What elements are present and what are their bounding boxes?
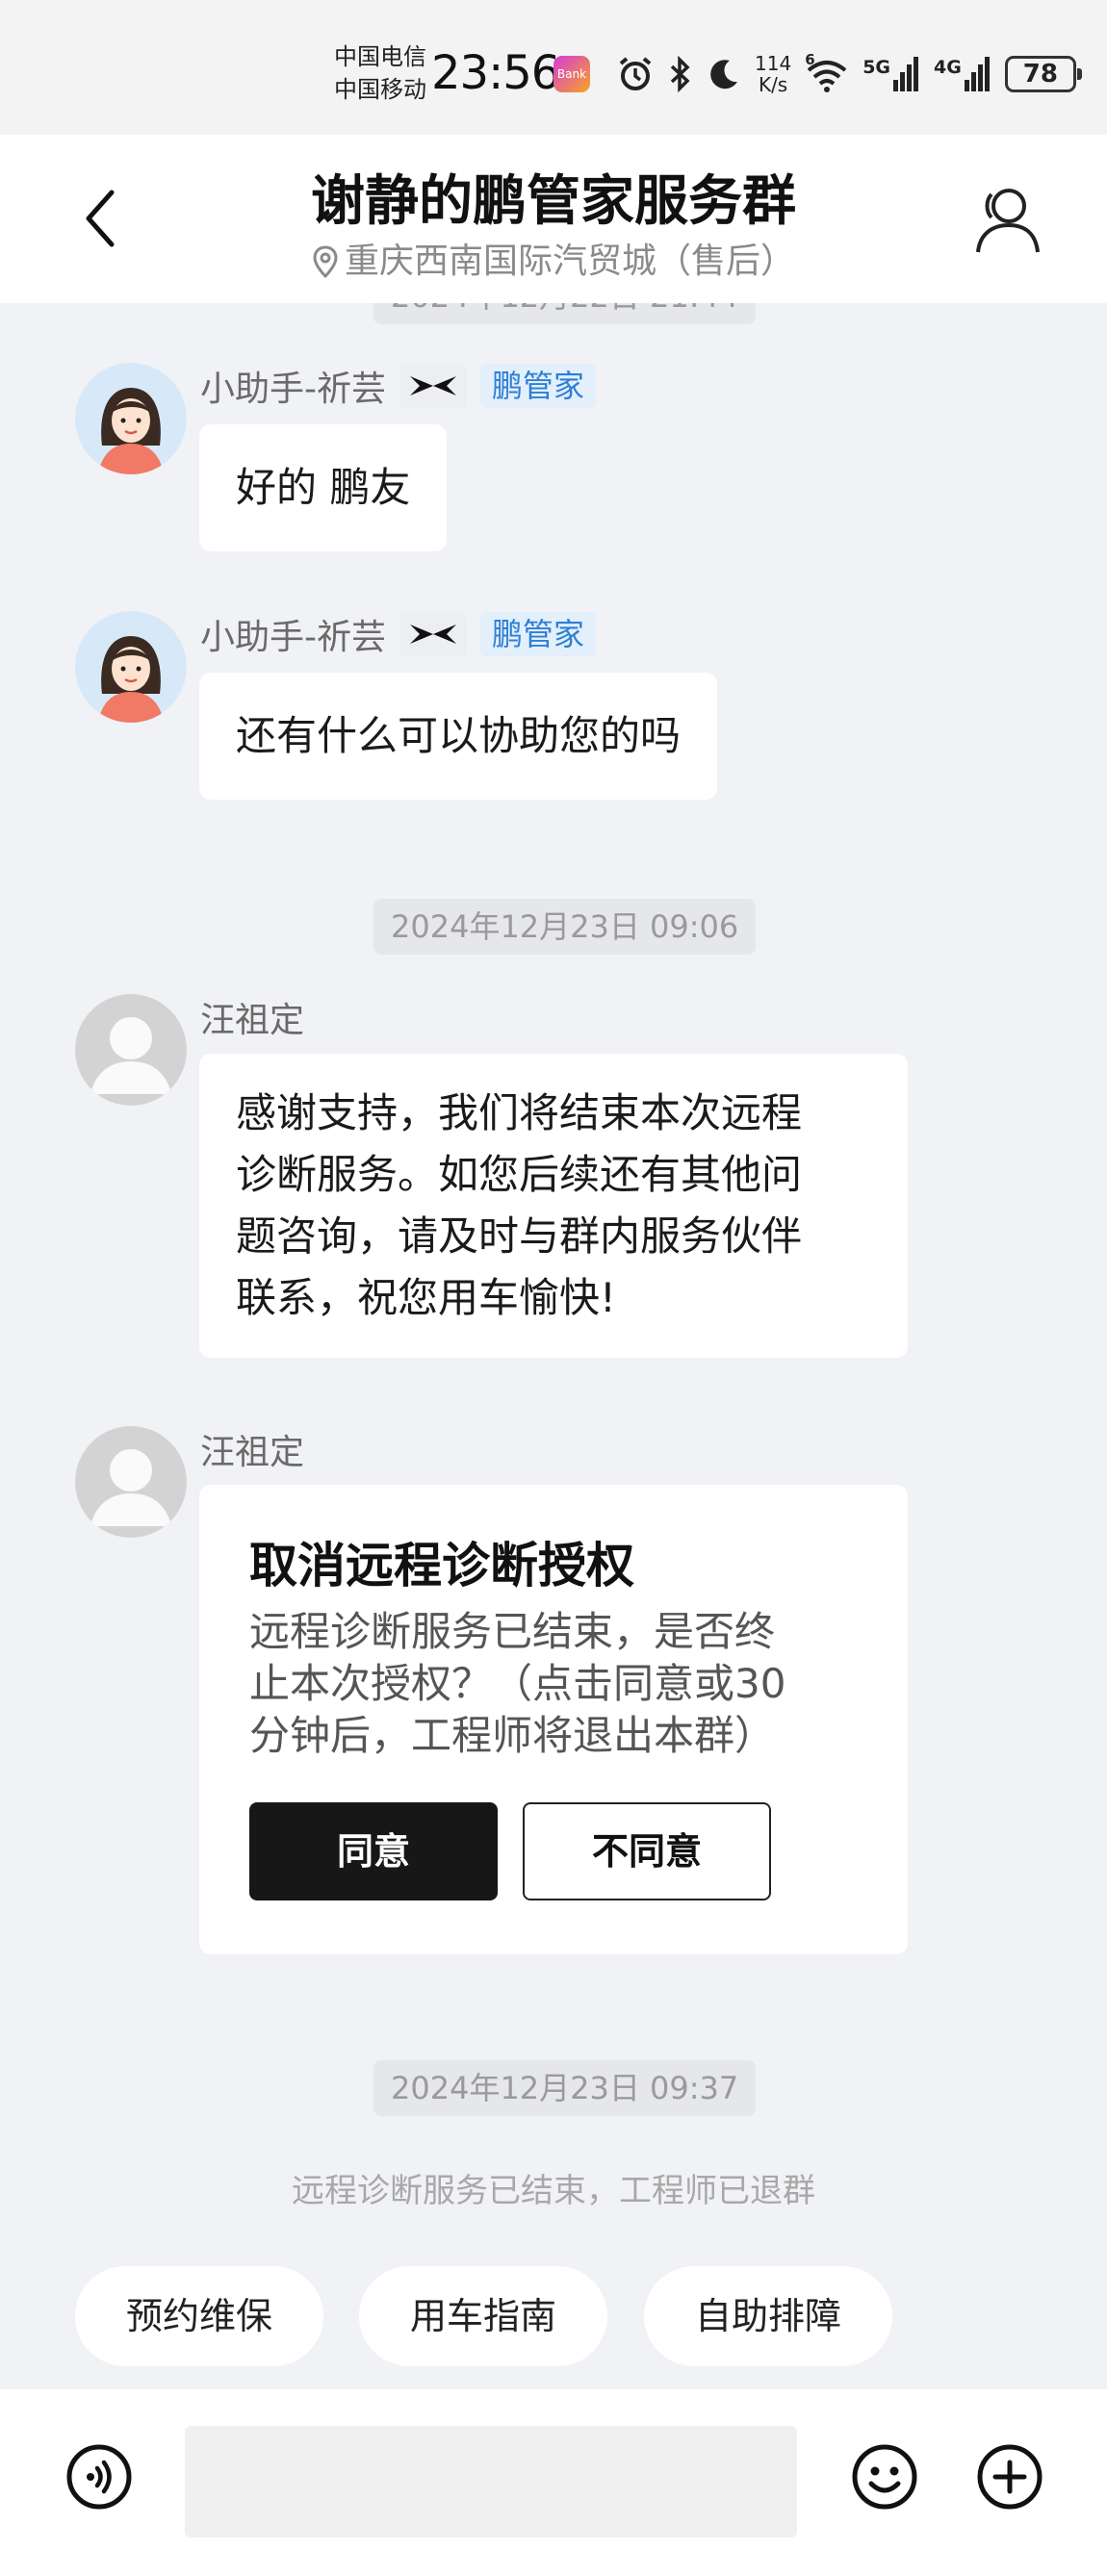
system-note: 远程诊断服务已结束，工程师已退群 [292, 2172, 815, 2210]
signal-sim2-icon: 4G [934, 57, 991, 91]
group-members-button[interactable] [972, 181, 1042, 258]
network-speed: 114 K/s [755, 52, 792, 96]
bluetooth-icon [670, 55, 690, 93]
emoji-button[interactable] [851, 2443, 918, 2511]
status-bar: 中国电信 中国移动 23:56 Bank 114 K/s 6 5G 4G 78 [0, 0, 1107, 135]
message-line: 联系，祝您用车愉快! [236, 1274, 616, 1321]
timestamp-chip: 2024年12月22日 21:44 [373, 303, 757, 324]
group-title: 谢静的鹏管家服务群 [311, 170, 796, 233]
chat-message-list[interactable]: 2024年12月22日 21:44 小助手-祈芸 鹏管家 好的 鹏友 [0, 303, 1107, 2389]
assistant-avatar-icon [75, 363, 187, 474]
avatar[interactable] [75, 363, 187, 474]
message-line: 诊断服务。如您后续还有其他问 [236, 1151, 803, 1198]
message-sender: 汪祖定 [200, 1424, 304, 1474]
signal-sim1-icon: 5G [862, 57, 920, 91]
wifi-icon: 6 [805, 51, 849, 93]
sender-name: 汪祖定 [200, 1001, 305, 1040]
message-bubble[interactable]: 还有什么可以协助您的吗 [199, 673, 718, 800]
sender-name: 小助手-祈芸 [200, 370, 386, 409]
carrier-labels: 中国电信 中国移动 [334, 40, 426, 106]
authorization-card: 取消远程诊断授权 远程诊断服务已结束，是否终 止本次授权？（点击同意或30 分钟… [199, 1485, 908, 1954]
input-bar [0, 2389, 1107, 2576]
message-line: 感谢支持，我们将结束本次远程 [236, 1089, 803, 1136]
group-member-icon [976, 189, 1040, 253]
brand-tag [399, 364, 467, 408]
message-bubble[interactable]: 感谢支持，我们将结束本次远程 诊断服务。如您后续还有其他问 题咨询，请及时与群内… [199, 1054, 908, 1358]
message-sender: 汪祖定 [200, 992, 304, 1042]
role-tag: 鹏管家 [480, 612, 597, 656]
moon-icon [710, 60, 737, 89]
sender-name: 汪祖定 [200, 1433, 305, 1472]
default-avatar-icon [75, 994, 187, 1106]
voice-icon [66, 2444, 132, 2510]
battery-indicator: 78 [1004, 56, 1082, 92]
store-location: 重庆西南国际汽贸城（售后） [0, 233, 1107, 283]
voice-button[interactable] [65, 2443, 133, 2511]
card-description: 远程诊断服务已结束，是否终 止本次授权？（点击同意或30 分钟后，工程师将退出本… [249, 1608, 786, 1759]
emoji-icon [852, 2444, 917, 2510]
message-sender: 小助手-祈芸 鹏管家 [200, 361, 597, 411]
location-pin-icon [313, 245, 338, 278]
role-tag: 鹏管家 [480, 364, 597, 408]
xpeng-logo-icon [410, 376, 456, 395]
bank-app-icon: Bank [554, 56, 590, 92]
quick-action-maintenance[interactable]: 预约维保 [75, 2266, 323, 2366]
xpeng-logo-icon [410, 625, 456, 644]
message-line: 题咨询，请及时与群内服务伙伴 [236, 1212, 803, 1260]
default-avatar-icon [75, 1426, 187, 1538]
agree-button[interactable]: 同意 [249, 1802, 498, 1900]
timestamp-chip: 2024年12月23日 09:37 [373, 2060, 757, 2116]
quick-action-guide[interactable]: 用车指南 [359, 2266, 607, 2366]
card-title: 取消远程诊断授权 [249, 1538, 634, 1594]
status-icons: 114 K/s 6 5G 4G 78 [616, 48, 1082, 100]
carrier-2: 中国移动 [334, 76, 426, 103]
disagree-button[interactable]: 不同意 [523, 1802, 771, 1900]
message-input[interactable] [185, 2426, 797, 2538]
avatar[interactable] [75, 994, 187, 1106]
sender-name: 小助手-祈芸 [200, 618, 386, 657]
avatar[interactable] [75, 1426, 187, 1538]
status-time: 23:56 [431, 46, 560, 100]
store-location-text: 重庆西南国际汽贸城（售后） [344, 242, 795, 281]
assistant-avatar-icon [75, 611, 187, 723]
timestamp-chip: 2024年12月23日 09:06 [373, 899, 757, 955]
brand-tag [399, 612, 467, 656]
carrier-1: 中国电信 [334, 43, 426, 70]
message-sender: 小助手-祈芸 鹏管家 [200, 609, 597, 659]
message-bubble[interactable]: 好的 鹏友 [199, 424, 448, 551]
plus-icon [977, 2444, 1043, 2510]
quick-action-troubleshoot[interactable]: 自助排障 [644, 2266, 892, 2366]
alarm-icon [619, 57, 652, 90]
more-options-button[interactable] [976, 2443, 1043, 2511]
chat-header: 谢静的鹏管家服务群 重庆西南国际汽贸城（售后） [0, 135, 1107, 303]
avatar[interactable] [75, 611, 187, 723]
